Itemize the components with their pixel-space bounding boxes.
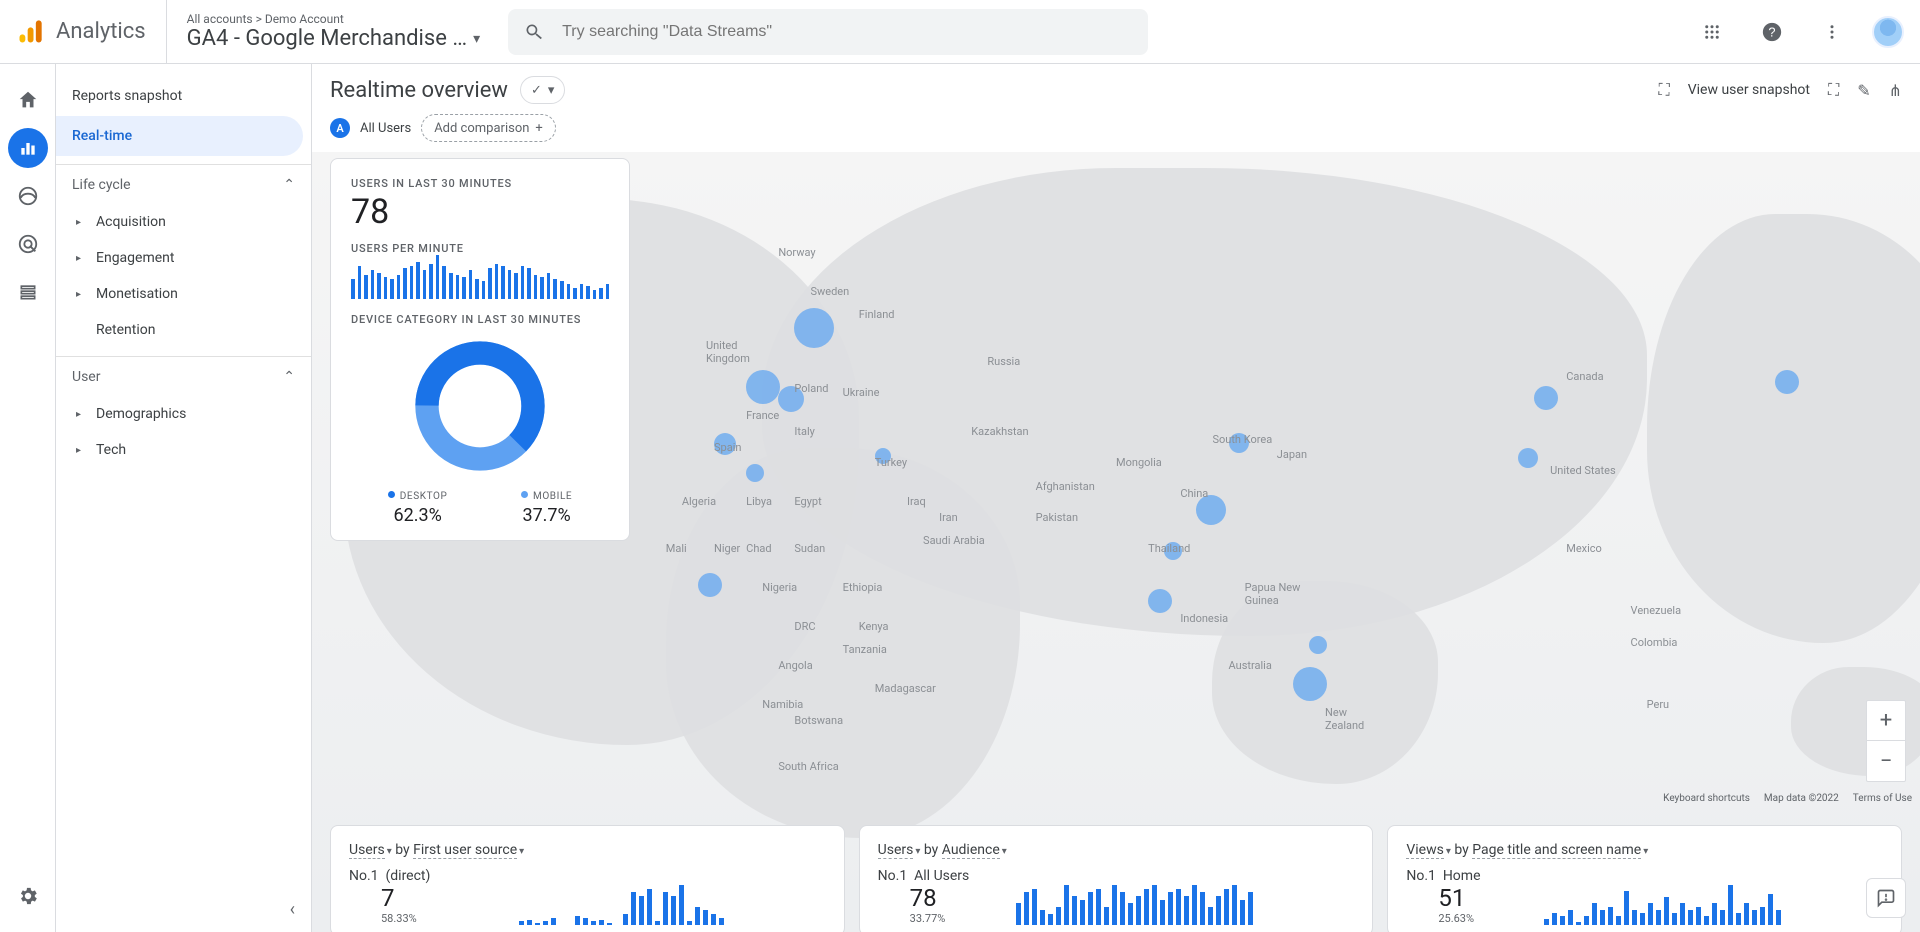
device-donut-chart xyxy=(410,336,550,476)
user-avatar[interactable] xyxy=(1872,16,1904,48)
zoom-in-button[interactable]: + xyxy=(1867,701,1905,741)
view-user-snapshot[interactable]: View user snapshot xyxy=(1688,82,1810,98)
help-icon[interactable]: ? xyxy=(1752,12,1792,52)
nav-tech[interactable]: ▸Tech xyxy=(56,432,311,468)
summary-card[interactable]: Users▾ by Audience▾No.1 All Users7833.77… xyxy=(859,825,1374,932)
rail-reports[interactable] xyxy=(8,128,48,168)
expand-map-icon[interactable]: ⛶ xyxy=(1659,80,1670,100)
metric-selector[interactable]: Views xyxy=(1406,842,1444,859)
audience-badge: A xyxy=(330,118,350,138)
dimension-selector[interactable]: First user source xyxy=(413,842,517,859)
rank-value: 78 xyxy=(910,884,998,912)
apps-icon[interactable] xyxy=(1692,12,1732,52)
metric-selector[interactable]: Users xyxy=(878,842,914,859)
plus-icon: + xyxy=(535,121,542,136)
dimension-selector[interactable]: Page title and screen name xyxy=(1472,842,1641,859)
summary-card[interactable]: Users▾ by First user source▾No.1 (direct… xyxy=(330,825,845,932)
legend-desktop: DESKTOP 62.3% xyxy=(388,484,448,526)
rank-label: No.1 (direct) xyxy=(349,868,469,884)
caret-right-icon: ▸ xyxy=(76,217,86,228)
keyboard-shortcuts-link[interactable]: Keyboard shortcuts xyxy=(1663,793,1750,804)
rail-configure[interactable] xyxy=(8,272,48,312)
rank-percent: 25.63% xyxy=(1438,912,1526,925)
status-pill[interactable]: ✓▾ xyxy=(520,76,565,104)
nav-section-label: Life cycle xyxy=(72,177,131,193)
rank-percent: 58.33% xyxy=(381,912,469,925)
main-content: Realtime overview ✓▾ ⛶ View user snapsho… xyxy=(312,64,1920,932)
mini-spark-chart xyxy=(1544,885,1883,925)
chevron-up-icon: ⌃ xyxy=(283,369,295,385)
map-attribution: Keyboard shortcuts Map data ©2022 Terms … xyxy=(1663,793,1912,804)
nav-demographics[interactable]: ▸Demographics xyxy=(56,396,311,432)
product-name: Analytics xyxy=(56,19,146,44)
more-vert-icon[interactable] xyxy=(1812,12,1852,52)
rank-label: No.1 Home xyxy=(1406,868,1526,884)
caret-down-icon: ▾ xyxy=(473,31,480,47)
add-comparison-chip[interactable]: Add comparison+ xyxy=(421,114,556,142)
users-card: USERS IN LAST 30 MINUTES 78 USERS PER MI… xyxy=(330,158,630,541)
caret-right-icon: ▸ xyxy=(76,253,86,264)
collapse-sidenav-icon[interactable]: ‹ xyxy=(290,899,295,920)
property-selector[interactable]: All accounts > Demo Account GA4 - Google… xyxy=(187,12,480,51)
mini-spark-chart xyxy=(487,885,826,925)
nav-reports-snapshot[interactable]: Reports snapshot xyxy=(56,76,303,116)
rail-explore[interactable] xyxy=(8,176,48,216)
svg-text:?: ? xyxy=(1768,24,1775,39)
rank-label: No.1 All Users xyxy=(878,868,998,884)
rank-value: 7 xyxy=(381,884,469,912)
page-title: Realtime overview xyxy=(330,78,508,103)
fullscreen-icon[interactable]: ⛶ xyxy=(1828,80,1839,100)
nav-monetisation[interactable]: ▸Monetisation xyxy=(56,276,311,312)
audience-chip[interactable]: All Users xyxy=(360,121,411,136)
metric-selector[interactable]: Users xyxy=(349,842,385,859)
feedback-button[interactable] xyxy=(1866,878,1906,918)
nav-engagement[interactable]: ▸Engagement xyxy=(56,240,311,276)
nav-section-lifecycle[interactable]: Life cycle ⌃ xyxy=(56,164,311,204)
users-last30-value: 78 xyxy=(351,192,609,232)
share-icon[interactable]: ⋔ xyxy=(1889,81,1902,100)
mini-spark-chart xyxy=(1016,885,1355,925)
caret-right-icon: ▸ xyxy=(76,289,86,300)
rank-percent: 33.77% xyxy=(910,912,998,925)
users-per-min-chart xyxy=(351,255,609,299)
check-icon: ✓ xyxy=(531,83,542,98)
rank-value: 51 xyxy=(1438,884,1526,912)
device-category-label: DEVICE CATEGORY IN LAST 30 MINUTES xyxy=(351,313,609,326)
nav-section-label: User xyxy=(72,369,100,385)
terms-link[interactable]: Terms of Use xyxy=(1853,793,1912,804)
breadcrumb: All accounts > Demo Account xyxy=(187,12,480,26)
topbar: Analytics All accounts > Demo Account GA… xyxy=(0,0,1920,64)
map-zoom-controls: + − xyxy=(1866,700,1906,782)
nav-rail xyxy=(0,64,56,932)
map-copyright: Map data ©2022 xyxy=(1764,793,1839,804)
rail-admin[interactable] xyxy=(8,876,48,916)
summary-card[interactable]: Views▾ by Page title and screen name▾No.… xyxy=(1387,825,1902,932)
sidenav: Reports snapshot Real-time Life cycle ⌃ … xyxy=(56,64,312,932)
users-last30-label: USERS IN LAST 30 MINUTES xyxy=(351,177,609,190)
legend-mobile: MOBILE 37.7% xyxy=(521,484,572,526)
edit-icon[interactable]: ✎ xyxy=(1857,81,1870,100)
search-bar[interactable] xyxy=(508,9,1148,55)
nav-retention[interactable]: Retention xyxy=(56,312,311,348)
nav-acquisition[interactable]: ▸Acquisition xyxy=(56,204,311,240)
nav-section-user[interactable]: User ⌃ xyxy=(56,356,311,396)
users-per-min-label: USERS PER MINUTE xyxy=(351,242,609,255)
logo-block[interactable]: Analytics xyxy=(16,0,167,63)
search-icon xyxy=(524,22,544,42)
caret-right-icon: ▸ xyxy=(76,445,86,456)
property-name: GA4 - Google Merchandise … xyxy=(187,26,467,51)
zoom-out-button[interactable]: − xyxy=(1867,741,1905,781)
chevron-up-icon: ⌃ xyxy=(283,177,295,193)
rail-home[interactable] xyxy=(8,80,48,120)
caret-right-icon: ▸ xyxy=(76,409,86,420)
rail-advertising[interactable] xyxy=(8,224,48,264)
analytics-logo-icon xyxy=(16,18,44,46)
caret-down-icon: ▾ xyxy=(548,83,555,98)
dimension-selector[interactable]: Audience xyxy=(942,842,1000,859)
nav-realtime[interactable]: Real-time xyxy=(56,116,303,156)
search-input[interactable] xyxy=(562,23,1132,41)
